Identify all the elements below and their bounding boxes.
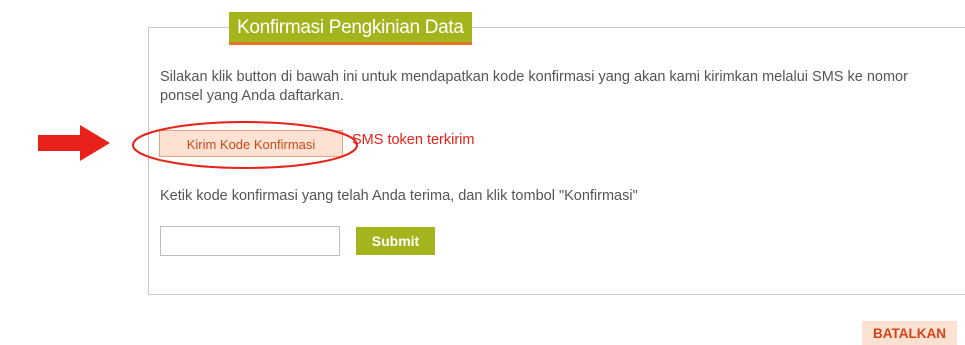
confirmation-page: Konfirmasi Pengkinian Data Silakan klik … xyxy=(0,0,965,345)
submit-button[interactable]: Submit xyxy=(356,227,435,255)
right-arrow-icon xyxy=(38,125,110,161)
confirmation-code-input[interactable] xyxy=(160,226,340,256)
panel-title: Konfirmasi Pengkinian Data xyxy=(229,12,472,45)
cancel-button[interactable]: BATALKAN xyxy=(862,321,957,345)
instruction-text: Silakan klik button di bawah ini untuk m… xyxy=(160,69,908,104)
sms-status-text: SMS token terkirim xyxy=(352,132,475,148)
send-code-button[interactable]: Kirim Kode Konfirmasi xyxy=(159,130,343,157)
confirm-instruction-text: Ketik kode konfirmasi yang telah Anda te… xyxy=(160,188,638,204)
